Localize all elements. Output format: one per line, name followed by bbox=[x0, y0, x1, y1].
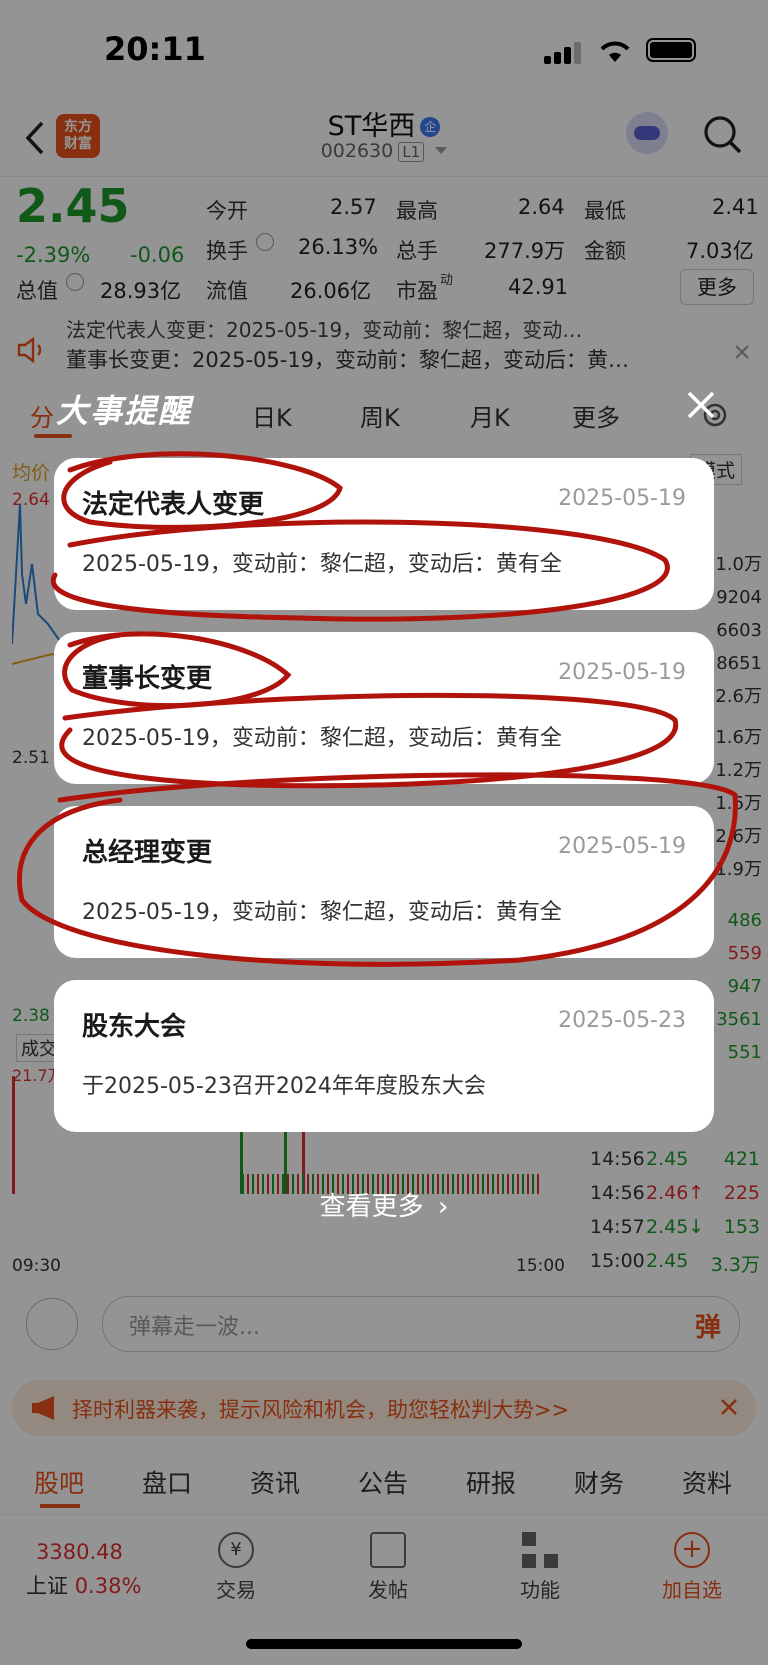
modal-title: 大事提醒 bbox=[56, 392, 193, 430]
event-date: 2025-05-19 bbox=[558, 486, 686, 511]
event-card[interactable]: 股东大会 2025-05-23 于2025-05-23召开2024年年度股东大会 bbox=[54, 980, 714, 1132]
event-card[interactable]: 总经理变更 2025-05-19 2025-05-19，变动前：黎仁超，变动后：… bbox=[54, 806, 714, 958]
chevron-right-icon: › bbox=[437, 1192, 449, 1222]
event-desc: 2025-05-19，变动前：黎仁超，变动后：黄有全 bbox=[82, 900, 562, 925]
event-desc: 2025-05-19，变动前：黎仁超，变动后：黄有全 bbox=[82, 726, 562, 751]
event-desc: 于2025-05-23召开2024年年度股东大会 bbox=[82, 1074, 486, 1099]
view-more-link[interactable]: 查看更多 › bbox=[0, 1186, 768, 1223]
event-title: 董事长变更 bbox=[82, 664, 213, 694]
event-title: 法定代表人变更 bbox=[82, 490, 265, 520]
event-card[interactable]: 董事长变更 2025-05-19 2025-05-19，变动前：黎仁超，变动后：… bbox=[54, 632, 714, 784]
close-icon[interactable] bbox=[686, 390, 716, 420]
event-desc: 2025-05-19，变动前：黎仁超，变动后：黄有全 bbox=[82, 552, 562, 577]
event-title: 总经理变更 bbox=[82, 838, 213, 868]
home-indicator[interactable] bbox=[246, 1639, 522, 1649]
event-card[interactable]: 法定代表人变更 2025-05-19 2025-05-19，变动前：黎仁超，变动… bbox=[54, 458, 714, 610]
event-date: 2025-05-23 bbox=[558, 1008, 686, 1033]
event-date: 2025-05-19 bbox=[558, 834, 686, 859]
event-date: 2025-05-19 bbox=[558, 660, 686, 685]
event-title: 股东大会 bbox=[82, 1012, 187, 1042]
